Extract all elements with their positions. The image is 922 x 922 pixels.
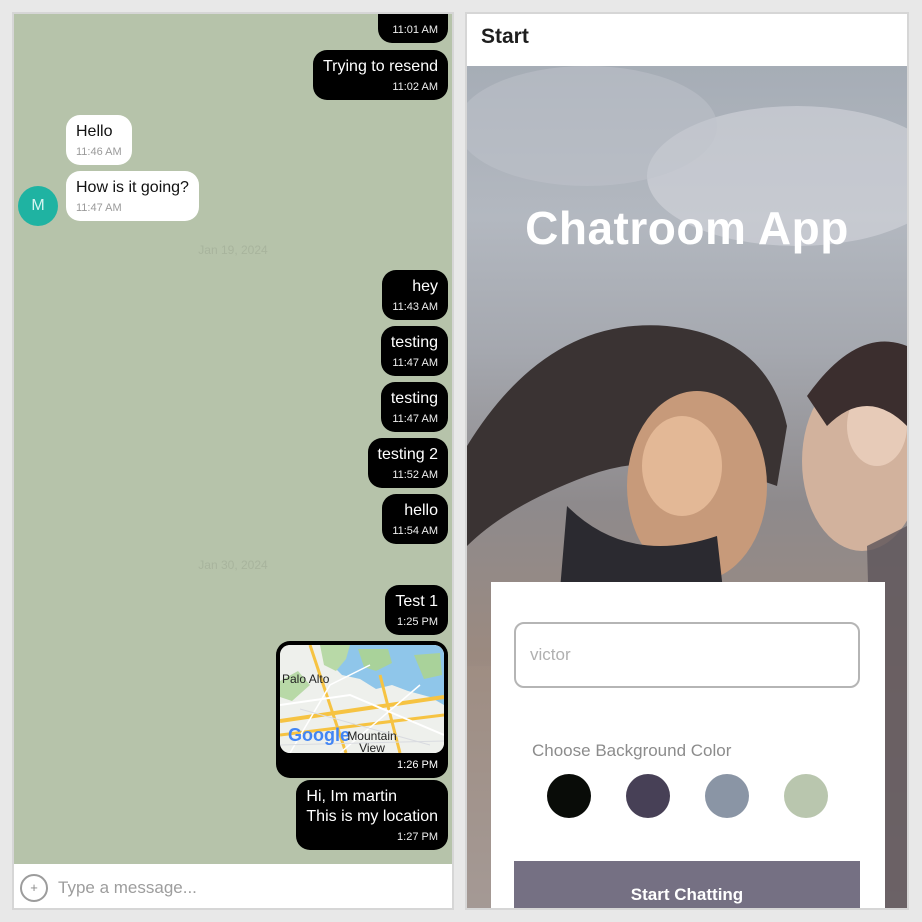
name-input[interactable] (514, 622, 860, 688)
message-bubble-out: 11:01 AM (378, 14, 448, 43)
app-title: Chatroom App (525, 202, 849, 254)
message-bubble-in: How is it going? 11:47 AM (66, 171, 199, 221)
message-bubble-out: hey 11:43 AM (382, 270, 448, 320)
message-text: testing 2 (377, 446, 438, 463)
start-form-card: Choose Background Color Start Chatting (491, 582, 885, 908)
message-text: Hello (76, 123, 113, 140)
message-bubble-out: Hi, Im martin This is my location 1:27 P… (296, 780, 448, 850)
message-list[interactable]: 11:01 AM Trying to resend 11:02 AM Hello… (14, 14, 452, 864)
message-bubble-in: Hello 11:46 AM (66, 115, 132, 165)
date-separator: Jan 30, 2024 (198, 558, 268, 572)
add-action-button[interactable]: + (20, 874, 48, 902)
message-time: 11:47 AM (76, 202, 122, 214)
message-bubble-out: Trying to resend 11:02 AM (312, 50, 448, 100)
start-chatting-button[interactable]: Start Chatting (514, 861, 860, 908)
message-text: Trying to resend (322, 58, 438, 75)
message-time: 1:26 PM (397, 759, 438, 771)
color-swatch-1[interactable] (547, 774, 591, 818)
message-time: 1:25 PM (397, 616, 438, 628)
map-label: Palo Alto (282, 672, 330, 686)
message-time: 11:43 AM (392, 301, 438, 313)
message-bubble-out: testing 2 11:52 AM (367, 438, 448, 488)
message-time: 1:27 PM (397, 831, 438, 843)
message-text: hey (412, 278, 438, 295)
color-picker-label: Choose Background Color (532, 741, 732, 760)
location-message[interactable]: Palo Alto Google Mountain View 1:26 PM (276, 641, 448, 778)
message-text: Hi, Im martin This is my location (306, 788, 438, 825)
date-separator: Jan 19, 2024 (198, 243, 268, 257)
message-time: 11:47 AM (392, 413, 438, 425)
color-swatch-4[interactable] (784, 774, 828, 818)
message-input[interactable] (58, 874, 438, 902)
chat-screen: 11:01 AM Trying to resend 11:02 AM Hello… (12, 12, 454, 910)
message-bubble-out: testing 11:47 AM (380, 326, 448, 376)
color-swatch-3[interactable] (705, 774, 749, 818)
message-bubble-out: testing 11:47 AM (380, 382, 448, 432)
color-swatch-2[interactable] (626, 774, 670, 818)
message-time: 11:01 AM (392, 24, 438, 36)
message-bubble-out: Test 1 1:25 PM (385, 585, 448, 635)
message-time: 11:46 AM (76, 146, 122, 158)
app-bar: Start (467, 14, 907, 66)
message-time: 11:02 AM (392, 81, 438, 93)
message-text: hello (404, 502, 438, 519)
message-time: 11:52 AM (392, 469, 438, 481)
app-bar-title: Start (481, 25, 529, 48)
background-image: Chatroom App Choose Background Color Sta… (467, 66, 907, 908)
message-text: How is it going? (76, 179, 189, 196)
avatar[interactable]: M (18, 186, 58, 226)
message-time: 11:47 AM (392, 357, 438, 369)
map-label: Mountain View (347, 729, 397, 753)
message-composer: + (14, 864, 452, 908)
message-time: 11:54 AM (392, 525, 438, 537)
map-brand-logo: Google (288, 725, 350, 745)
message-bubble-out: hello 11:54 AM (382, 494, 448, 544)
message-text: testing (390, 334, 438, 351)
map-preview[interactable]: Palo Alto Google Mountain View (280, 645, 444, 753)
message-text: Test 1 (395, 593, 438, 610)
message-text: testing (390, 390, 438, 407)
start-screen: Start Chatroom App Choose Background Col… (465, 12, 909, 910)
